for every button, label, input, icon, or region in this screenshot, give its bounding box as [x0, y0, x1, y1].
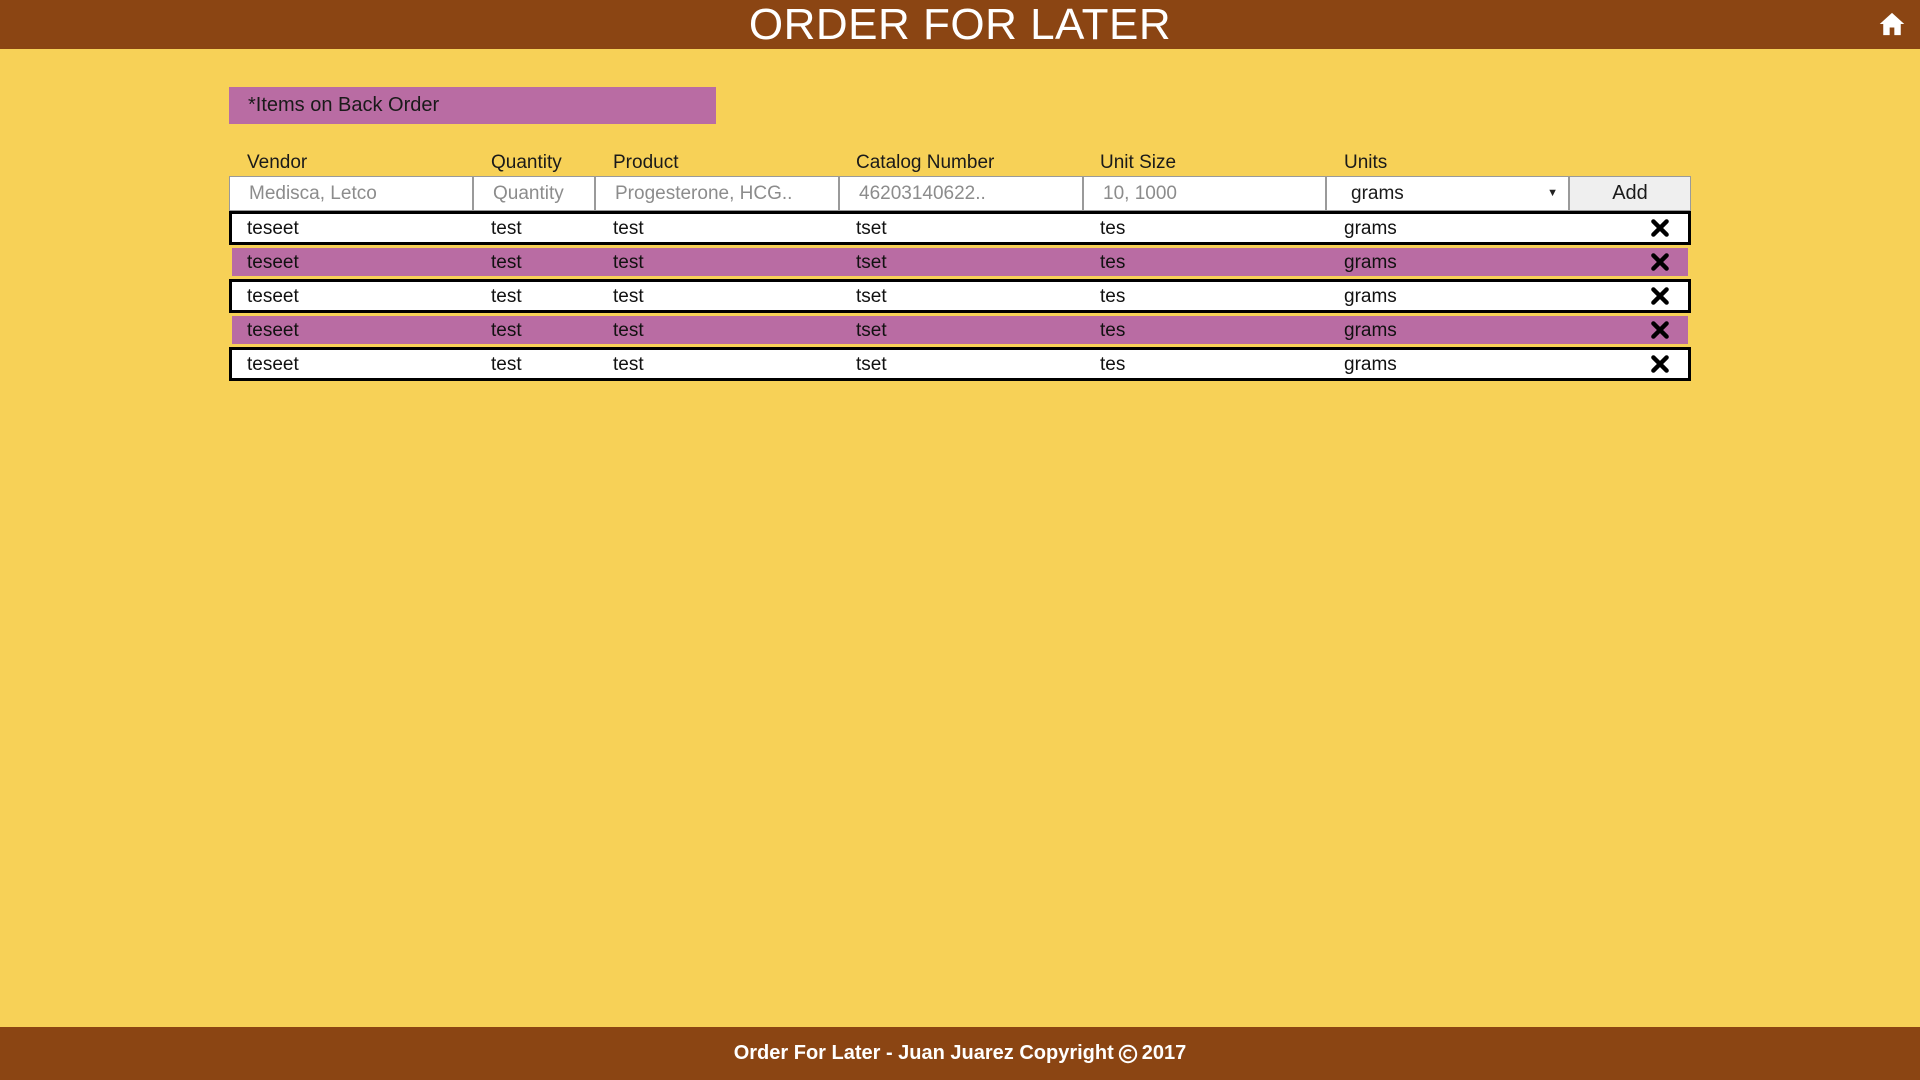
order-table: Vendor Quantity Product Catalog Number U…	[229, 150, 1691, 381]
table-row: teseet test test tset tes grams	[229, 313, 1691, 347]
cell-unit-size: tes	[1100, 354, 1126, 375]
delete-row-button[interactable]	[1649, 285, 1671, 307]
cell-catalog: tset	[856, 252, 887, 273]
quantity-input[interactable]	[473, 176, 595, 211]
column-header-catalog-number: Catalog Number	[856, 152, 995, 173]
table-row: teseet test test tset tes grams	[229, 279, 1691, 313]
cell-unit-size: tes	[1100, 286, 1126, 307]
unit-size-input[interactable]	[1083, 176, 1326, 211]
close-icon	[1651, 253, 1669, 271]
cell-product: test	[613, 320, 644, 341]
units-select[interactable]: grams ▼	[1326, 176, 1569, 211]
home-icon	[1879, 12, 1905, 36]
cell-vendor: teseet	[247, 320, 299, 341]
copyright-icon	[1118, 1044, 1137, 1063]
table-row: teseet test test tset tes grams	[229, 211, 1691, 245]
table-row: teseet test test tset tes grams	[229, 347, 1691, 381]
cell-quantity: test	[491, 320, 522, 341]
cell-vendor: teseet	[247, 354, 299, 375]
column-header-unit-size: Unit Size	[1100, 152, 1177, 173]
table-row: teseet test test tset tes grams	[229, 245, 1691, 279]
footer: Order For Later - Juan Juarez Copyright …	[0, 1027, 1920, 1080]
cell-units: grams	[1344, 354, 1397, 375]
vendor-input[interactable]	[229, 176, 473, 211]
cell-vendor: teseet	[247, 252, 299, 273]
column-header-units: Units	[1344, 152, 1388, 173]
cell-catalog: tset	[856, 320, 887, 341]
cell-unit-size: tes	[1100, 218, 1126, 239]
cell-product: test	[613, 252, 644, 273]
order-rows: teseet test test tset tes grams teseet test test…	[229, 211, 1691, 381]
delete-row-button[interactable]	[1649, 217, 1671, 239]
cell-product: test	[613, 286, 644, 307]
close-icon	[1651, 321, 1669, 339]
close-icon	[1651, 287, 1669, 305]
app-header: ORDER FOR LATER	[0, 0, 1920, 49]
close-icon	[1651, 355, 1669, 373]
cell-units: grams	[1344, 252, 1397, 273]
cell-vendor: teseet	[247, 218, 299, 239]
page-title: ORDER FOR LATER	[748, 0, 1172, 49]
backorder-legend: *Items on Back Order	[229, 87, 716, 124]
cell-quantity: test	[491, 218, 522, 239]
caret-down-icon: ▼	[1547, 187, 1558, 199]
cell-quantity: test	[491, 354, 522, 375]
add-button[interactable]: Add	[1569, 176, 1691, 211]
add-item-form: grams ▼ Add	[229, 176, 1691, 211]
delete-row-button[interactable]	[1649, 251, 1671, 273]
product-input[interactable]	[595, 176, 839, 211]
column-headers: Vendor Quantity Product Catalog Number U…	[229, 150, 1691, 176]
cell-unit-size: tes	[1100, 320, 1126, 341]
cell-unit-size: tes	[1100, 252, 1126, 273]
cell-quantity: test	[491, 252, 522, 273]
home-button[interactable]	[1878, 10, 1906, 38]
units-select-value: grams	[1351, 183, 1404, 204]
cell-product: test	[613, 354, 644, 375]
footer-year: 2017	[1141, 1042, 1187, 1064]
cell-units: grams	[1344, 320, 1397, 341]
delete-row-button[interactable]	[1649, 353, 1671, 375]
cell-vendor: teseet	[247, 286, 299, 307]
catalog-number-input[interactable]	[839, 176, 1083, 211]
cell-catalog: tset	[856, 354, 887, 375]
cell-units: grams	[1344, 286, 1397, 307]
cell-units: grams	[1344, 218, 1397, 239]
column-header-product: Product	[613, 152, 679, 173]
cell-catalog: tset	[856, 218, 887, 239]
footer-text: Order For Later - Juan Juarez Copyright	[733, 1042, 1114, 1064]
column-header-vendor: Vendor	[247, 152, 308, 173]
delete-row-button[interactable]	[1649, 319, 1671, 341]
cell-quantity: test	[491, 286, 522, 307]
cell-catalog: tset	[856, 286, 887, 307]
cell-product: test	[613, 218, 644, 239]
column-header-quantity: Quantity	[491, 152, 562, 173]
close-icon	[1651, 219, 1669, 237]
